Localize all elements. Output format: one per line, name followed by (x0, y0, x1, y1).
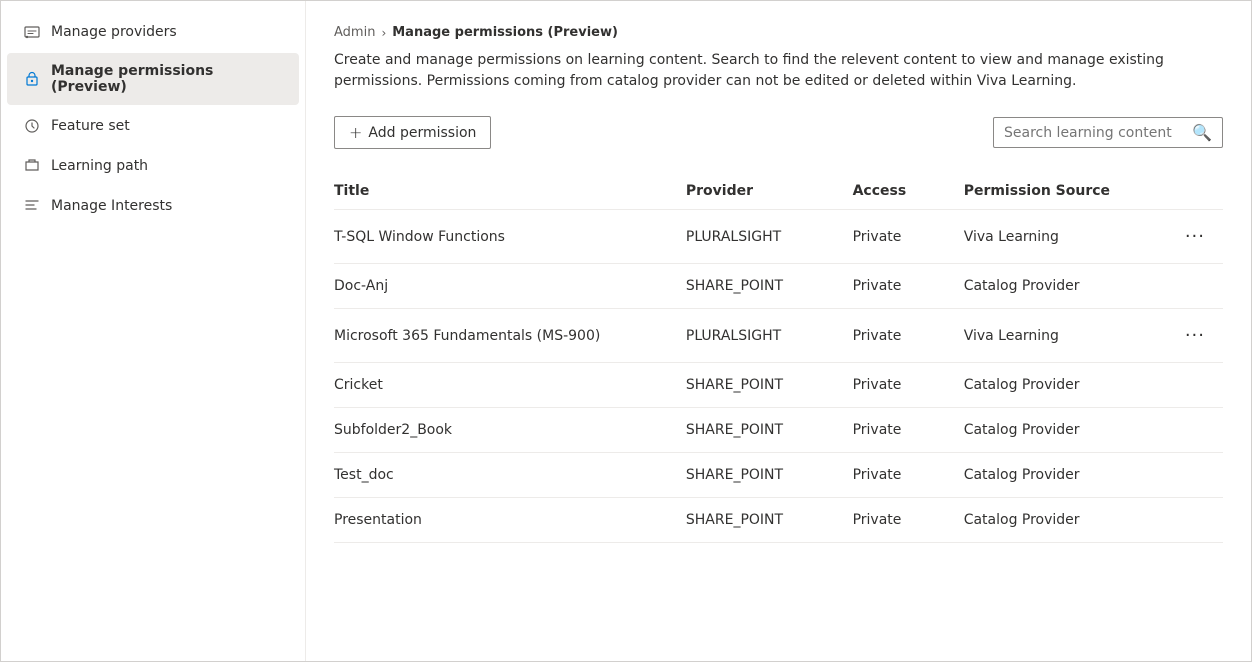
cell-access: Private (853, 408, 964, 453)
sidebar-item-label: Manage providers (51, 24, 177, 40)
sidebar-item-manage-interests[interactable]: Manage Interests (7, 187, 299, 225)
cell-source: Viva Learning (964, 210, 1168, 264)
sidebar-item-label: Learning path (51, 158, 148, 174)
table-row: Subfolder2_BookSHARE_POINTPrivateCatalog… (334, 408, 1223, 453)
cell-actions (1167, 264, 1223, 309)
table-header: Title Provider Access Permission Source (334, 173, 1223, 210)
sidebar-item-label: Manage Interests (51, 198, 172, 214)
cell-provider: SHARE_POINT (686, 264, 853, 309)
cell-source: Catalog Provider (964, 453, 1168, 498)
breadcrumb-root: Admin (334, 25, 375, 40)
more-options-button[interactable]: ··· (1179, 224, 1211, 249)
manage-permissions-icon (23, 70, 41, 88)
cell-provider: SHARE_POINT (686, 498, 853, 543)
cell-source: Catalog Provider (964, 363, 1168, 408)
cell-access: Private (853, 453, 964, 498)
breadcrumb-chevron-icon: › (381, 26, 386, 40)
cell-title: Doc-Anj (334, 264, 686, 309)
col-header-actions (1167, 173, 1223, 210)
cell-access: Private (853, 363, 964, 408)
sidebar-item-manage-permissions[interactable]: Manage permissions (Preview) (7, 53, 299, 105)
main-content: Admin › Manage permissions (Preview) Cre… (306, 1, 1251, 661)
cell-access: Private (853, 264, 964, 309)
sidebar: Manage providers Manage permissions (Prev… (1, 1, 306, 661)
cell-title: Subfolder2_Book (334, 408, 686, 453)
table-row: CricketSHARE_POINTPrivateCatalog Provide… (334, 363, 1223, 408)
breadcrumb-current: Manage permissions (Preview) (392, 25, 618, 40)
sidebar-item-feature-set[interactable]: Feature set (7, 107, 299, 145)
breadcrumb: Admin › Manage permissions (Preview) (334, 25, 1223, 40)
cell-source: Catalog Provider (964, 498, 1168, 543)
cell-actions (1167, 498, 1223, 543)
cell-provider: SHARE_POINT (686, 408, 853, 453)
sidebar-item-label: Feature set (51, 118, 130, 134)
table-row: Test_docSHARE_POINTPrivateCatalog Provid… (334, 453, 1223, 498)
sidebar-item-manage-providers[interactable]: Manage providers (7, 13, 299, 51)
sidebar-item-label: Manage permissions (Preview) (51, 63, 283, 95)
search-icon: 🔍 (1192, 123, 1212, 142)
cell-provider: PLURALSIGHT (686, 210, 853, 264)
cell-actions (1167, 363, 1223, 408)
col-header-access: Access (853, 173, 964, 210)
cell-access: Private (853, 210, 964, 264)
cell-source: Catalog Provider (964, 408, 1168, 453)
sidebar-item-learning-path[interactable]: Learning path (7, 147, 299, 185)
plus-icon: + (349, 123, 362, 142)
table-row: Doc-AnjSHARE_POINTPrivateCatalog Provide… (334, 264, 1223, 309)
cell-title: Presentation (334, 498, 686, 543)
manage-providers-icon (23, 23, 41, 41)
learning-path-icon (23, 157, 41, 175)
col-header-provider: Provider (686, 173, 853, 210)
table-row: Microsoft 365 Fundamentals (MS-900)PLURA… (334, 309, 1223, 363)
cell-actions (1167, 408, 1223, 453)
table-row: PresentationSHARE_POINTPrivateCatalog Pr… (334, 498, 1223, 543)
cell-actions (1167, 453, 1223, 498)
permissions-table: Title Provider Access Permission Source … (334, 173, 1223, 543)
cell-access: Private (853, 498, 964, 543)
col-header-source: Permission Source (964, 173, 1168, 210)
table-row: T-SQL Window FunctionsPLURALSIGHTPrivate… (334, 210, 1223, 264)
cell-title: Microsoft 365 Fundamentals (MS-900) (334, 309, 686, 363)
cell-actions: ··· (1167, 309, 1223, 363)
page-description: Create and manage permissions on learnin… (334, 50, 1194, 92)
search-box: 🔍 (993, 117, 1223, 148)
search-input[interactable] (1004, 125, 1186, 141)
add-permission-button[interactable]: + Add permission (334, 116, 491, 149)
add-permission-label: Add permission (368, 125, 476, 141)
cell-source: Viva Learning (964, 309, 1168, 363)
cell-title: T-SQL Window Functions (334, 210, 686, 264)
table-body: T-SQL Window FunctionsPLURALSIGHTPrivate… (334, 210, 1223, 543)
col-header-title: Title (334, 173, 686, 210)
cell-provider: SHARE_POINT (686, 453, 853, 498)
cell-title: Test_doc (334, 453, 686, 498)
cell-title: Cricket (334, 363, 686, 408)
cell-source: Catalog Provider (964, 264, 1168, 309)
cell-provider: PLURALSIGHT (686, 309, 853, 363)
cell-access: Private (853, 309, 964, 363)
manage-interests-icon (23, 197, 41, 215)
toolbar: + Add permission 🔍 (334, 116, 1223, 149)
cell-provider: SHARE_POINT (686, 363, 853, 408)
cell-actions: ··· (1167, 210, 1223, 264)
more-options-button[interactable]: ··· (1179, 323, 1211, 348)
feature-set-icon (23, 117, 41, 135)
